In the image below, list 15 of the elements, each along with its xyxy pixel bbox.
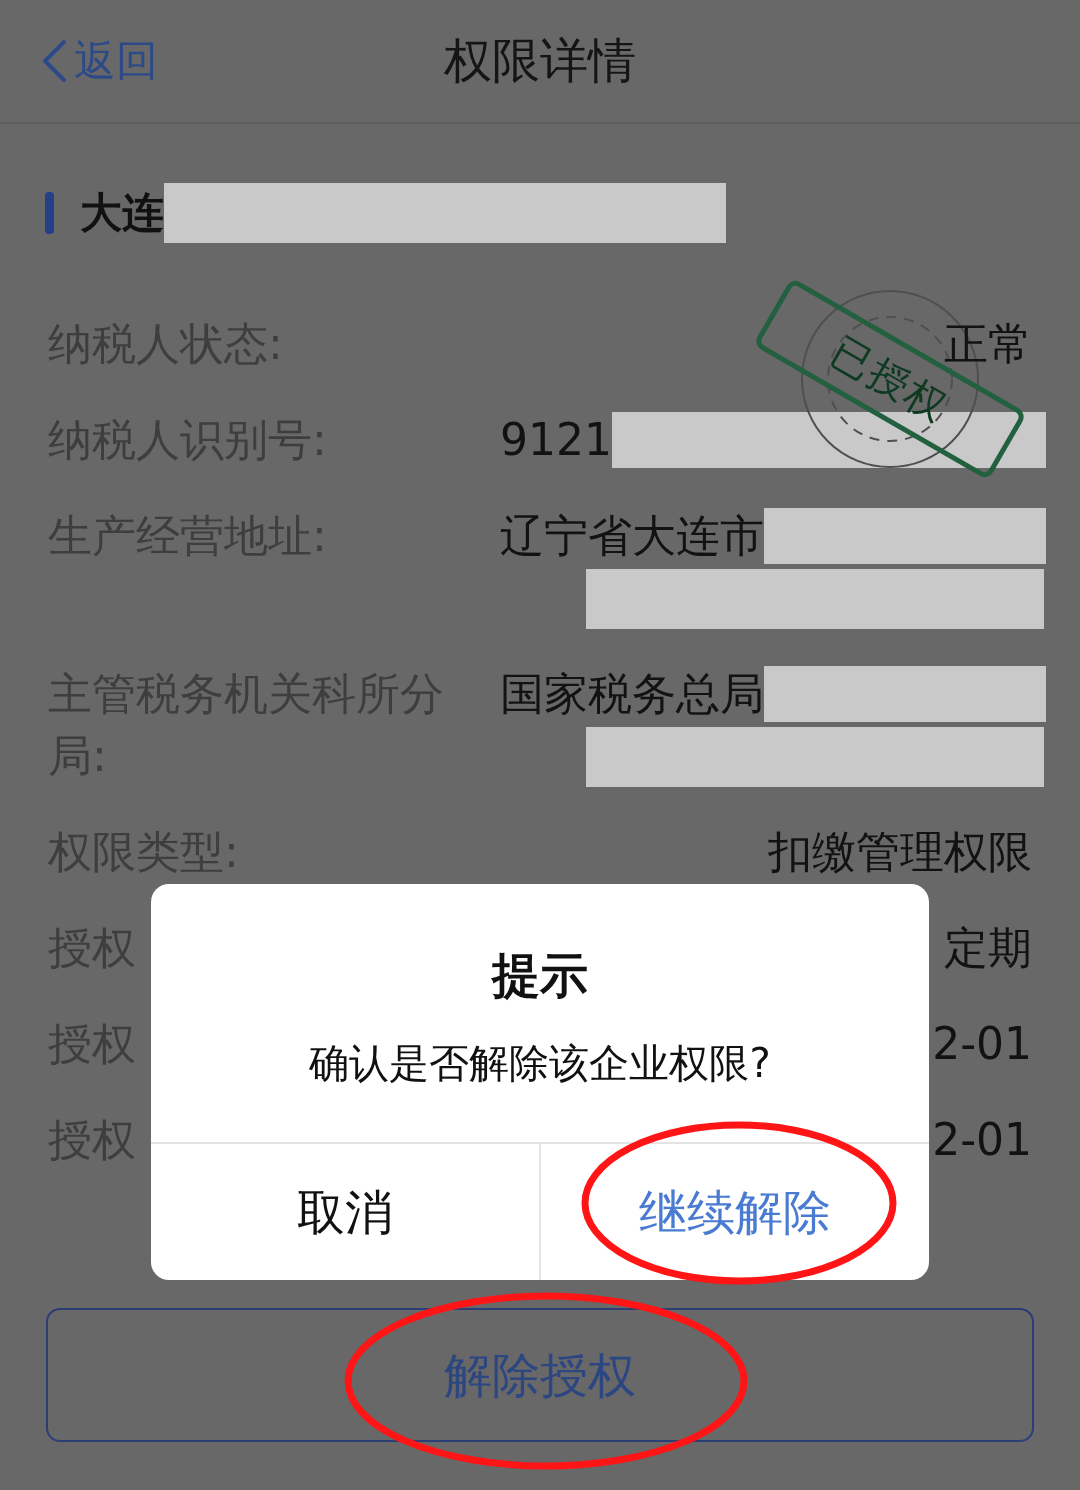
dialog-title: 提示 [490, 950, 589, 1000]
field-value: 定期 [944, 921, 1032, 975]
page-title: 权限详情 [444, 32, 636, 90]
field-value: 9121 [500, 413, 612, 467]
confirm-button[interactable]: 继续解除 [541, 1144, 929, 1280]
dialog-message: 确认是否解除该企业权限? [308, 1039, 772, 1088]
field-value: 2-01 [932, 1113, 1032, 1167]
field-value: 扣缴管理权限 [768, 825, 1032, 879]
field-value: 辽宁省大连市 [500, 509, 764, 563]
chevron-left-icon [40, 39, 68, 83]
company-name: 大连 [80, 187, 164, 239]
cancel-button[interactable]: 取消 [151, 1144, 539, 1280]
field-value: 国家税务总局 [500, 667, 764, 721]
heading-marker-icon [45, 192, 54, 234]
field-value: 2-01 [932, 1017, 1032, 1071]
